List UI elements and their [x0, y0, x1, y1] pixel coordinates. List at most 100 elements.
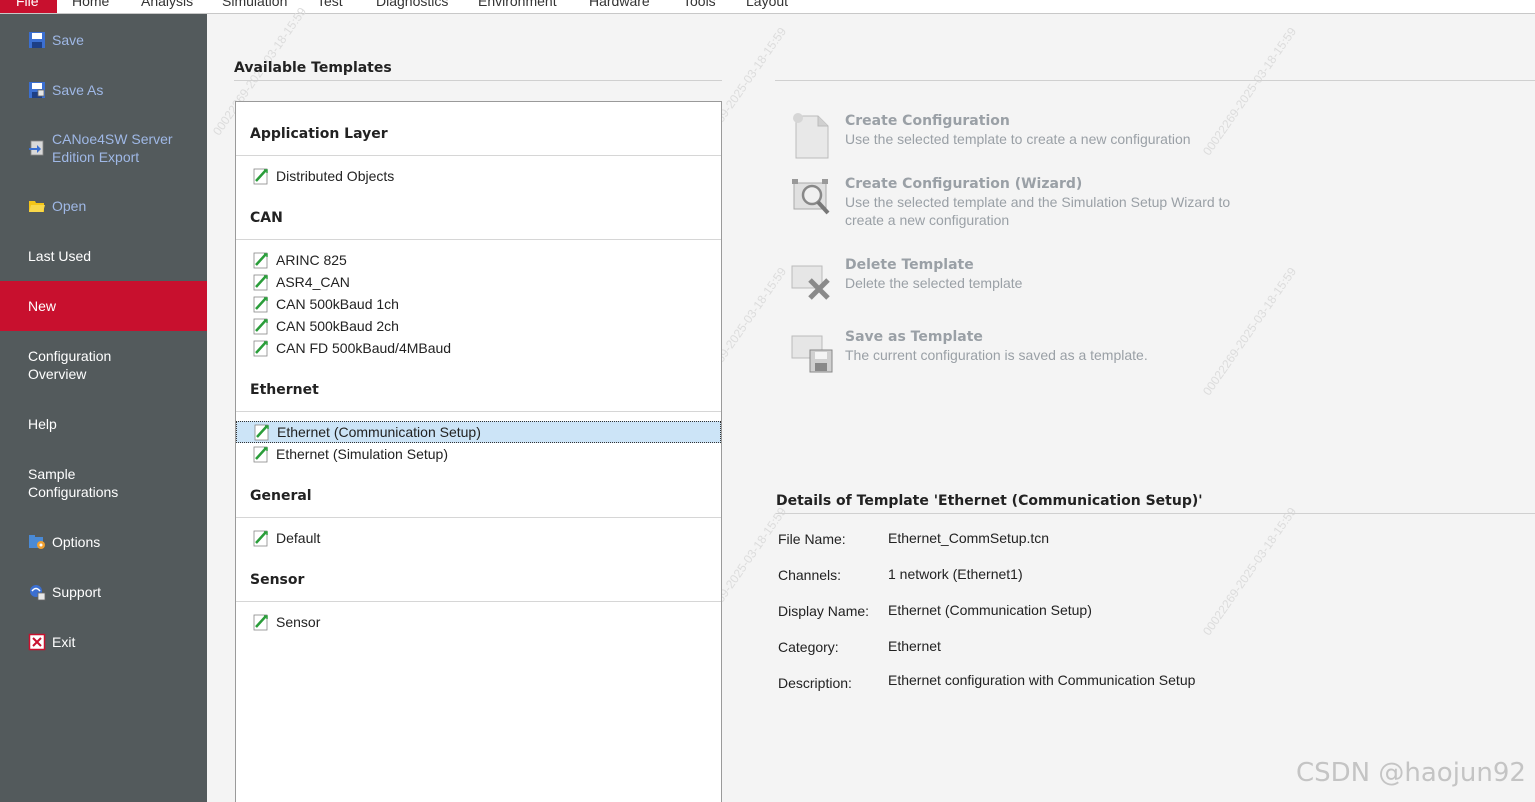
tab-home[interactable]: Home [72, 0, 109, 9]
exit-icon [28, 633, 46, 651]
ribbon-tabs: File Home Analysis Simulation Test Diagn… [0, 0, 1535, 14]
save-template-icon [791, 335, 833, 373]
tab-environment[interactable]: Environment [478, 0, 557, 9]
template-item-can-500k-2ch[interactable]: CAN 500kBaud 2ch [236, 315, 721, 337]
title-divider [775, 80, 1535, 81]
wizard-magnifier-icon [792, 179, 830, 215]
tab-layout[interactable]: Layout [746, 0, 788, 9]
delete-template-action[interactable]: Delete Template Delete the selected temp… [790, 256, 1265, 304]
tab-hardware[interactable]: Hardware [589, 0, 650, 9]
sidebar-item-label: Support [52, 584, 102, 600]
detail-value-channels: 1 network (Ethernet1) [888, 566, 1023, 582]
sidebar-item-support[interactable]: Support [0, 567, 207, 617]
detail-label-description: Description: [778, 675, 852, 691]
template-file-icon [253, 614, 268, 631]
sidebar-item-exit[interactable]: Exit [0, 617, 207, 667]
template-file-icon [253, 168, 268, 185]
template-file-icon [253, 318, 268, 335]
sidebar-item-label: New [28, 298, 57, 314]
template-file-icon [253, 252, 268, 269]
sidebar-item-label: Save [52, 32, 84, 48]
action-description: Delete the selected template [845, 275, 1023, 291]
action-description: Use the selected template to create a ne… [845, 131, 1191, 147]
template-item-label: ARINC 825 [276, 252, 347, 268]
delete-template-icon [791, 265, 830, 300]
template-item-ethernet-sim-setup[interactable]: Ethernet (Simulation Setup) [236, 443, 721, 465]
create-configuration-action[interactable]: Create Configuration Use the selected te… [790, 112, 1265, 160]
group-header-ethernet: Ethernet [250, 382, 319, 398]
template-item-label: ASR4_CAN [276, 274, 350, 290]
detail-label-display-name: Display Name: [778, 603, 870, 619]
template-list[interactable]: Application Layer Distributed Objects CA… [235, 101, 722, 802]
sidebar-item-label: Options [52, 534, 101, 550]
detail-label-file-name: File Name: [778, 531, 846, 547]
floppy-disk-icon [28, 31, 46, 49]
sidebar-item-last-used[interactable]: Last Used [0, 231, 207, 281]
template-item-ethernet-comm-setup[interactable]: Ethernet (Communication Setup) [236, 421, 721, 443]
tab-test[interactable]: Test [317, 0, 343, 9]
sidebar-item-sample-configurations[interactable]: Sample Configurations [0, 449, 207, 517]
details-divider [776, 513, 1535, 514]
sidebar-item-canoe4sw-export[interactable]: CANoe4SW Server Edition Export [0, 115, 207, 181]
support-icon [28, 583, 46, 601]
export-icon [28, 139, 46, 157]
group-divider [236, 601, 721, 602]
sidebar-item-new[interactable]: New [0, 281, 207, 331]
template-item-asr4-can[interactable]: ASR4_CAN [236, 271, 721, 293]
template-item-arinc-825[interactable]: ARINC 825 [236, 249, 721, 271]
sidebar-item-save[interactable]: Save [0, 15, 207, 65]
template-item-label: Default [276, 530, 321, 546]
sidebar-item-configuration-overview[interactable]: Configuration Overview [0, 331, 207, 399]
group-divider [236, 239, 721, 240]
template-file-icon [253, 296, 268, 313]
detail-value-description: Ethernet configuration with Communicatio… [888, 672, 1196, 688]
template-item-can-fd[interactable]: CAN FD 500kBaud/4MBaud [236, 337, 721, 359]
template-file-icon [253, 274, 268, 291]
sidebar-item-save-as[interactable]: Save As [0, 65, 207, 115]
sidebar-item-label: Open [52, 198, 87, 214]
action-title: Delete Template [845, 257, 974, 273]
group-divider [236, 411, 721, 412]
template-file-icon [253, 530, 268, 547]
sidebar-item-label: Exit [52, 634, 76, 650]
template-item-label: Distributed Objects [276, 168, 395, 184]
save-as-template-action[interactable]: Save as Template The current configurati… [790, 328, 1265, 376]
template-item-sensor[interactable]: Sensor [236, 611, 721, 633]
action-description: Use the selected template and the Simula… [845, 194, 1231, 228]
csdn-watermark: CSDN @haojun92 [1296, 758, 1526, 788]
sidebar-item-options[interactable]: Options [0, 517, 207, 567]
tab-file-label: File [16, 0, 39, 9]
sidebar-item-label: Last Used [28, 248, 92, 264]
template-item-label: Ethernet (Simulation Setup) [276, 446, 448, 462]
sidebar-item-label: CANoe4SW Server Edition Export [52, 131, 173, 165]
sidebar-item-label: Sample Configurations [28, 466, 119, 500]
tab-file[interactable]: File [0, 0, 57, 13]
template-file-icon [253, 446, 268, 463]
sidebar-item-help[interactable]: Help [0, 399, 207, 449]
template-details-title: Details of Template 'Ethernet (Communica… [776, 493, 1203, 509]
action-title: Save as Template [845, 329, 983, 345]
tab-diagnostics[interactable]: Diagnostics [376, 0, 448, 9]
sidebar-item-label: Configuration Overview [28, 348, 112, 382]
group-header-can: CAN [250, 210, 283, 226]
template-item-default[interactable]: Default [236, 527, 721, 549]
sidebar-item-label: Save As [52, 82, 104, 98]
template-item-label: Ethernet (Communication Setup) [277, 424, 481, 440]
detail-value-category: Ethernet [888, 638, 941, 654]
tab-tools[interactable]: Tools [683, 0, 716, 9]
tab-analysis[interactable]: Analysis [141, 0, 193, 9]
options-icon [28, 533, 46, 551]
action-title: Create Configuration [845, 113, 1010, 129]
folder-open-icon [28, 197, 46, 215]
tab-simulation[interactable]: Simulation [222, 0, 287, 9]
available-templates-title: Available Templates [234, 60, 392, 76]
template-item-can-500k-1ch[interactable]: CAN 500kBaud 1ch [236, 293, 721, 315]
detail-label-category: Category: [778, 639, 839, 655]
template-item-distributed-objects[interactable]: Distributed Objects [236, 165, 721, 187]
action-description: The current configuration is saved as a … [845, 347, 1148, 363]
group-divider [236, 155, 721, 156]
sidebar-item-open[interactable]: Open [0, 181, 207, 231]
template-item-label: CAN 500kBaud 2ch [276, 318, 399, 334]
title-divider [234, 80, 722, 81]
create-configuration-wizard-action[interactable]: Create Configuration (Wizard) Use the se… [790, 175, 1265, 229]
